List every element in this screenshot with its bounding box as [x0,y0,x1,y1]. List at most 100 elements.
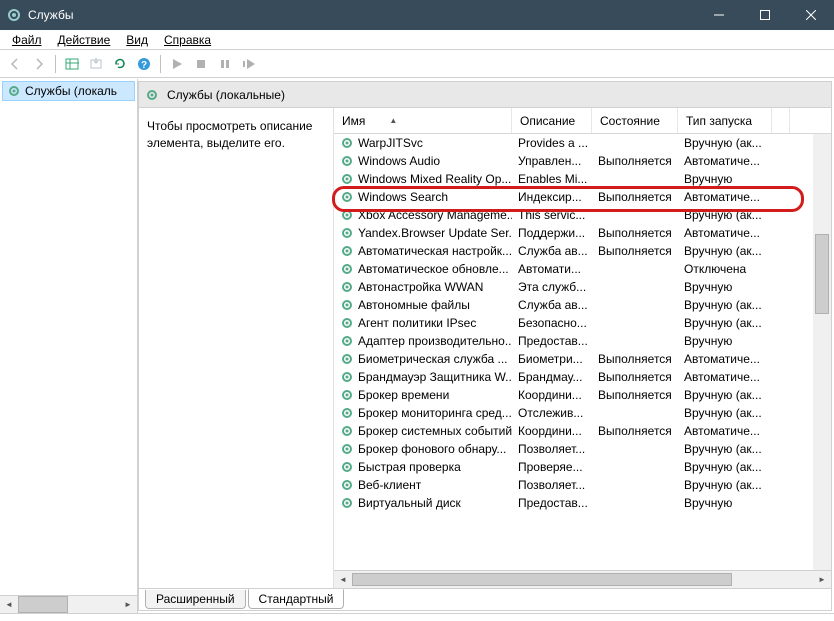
service-desc: Биометри... [512,352,592,366]
service-row[interactable]: Windows AudioУправлен...ВыполняетсяАвтом… [334,152,831,170]
service-desc: Предостав... [512,334,592,348]
service-start: Автоматиче... [678,226,772,240]
service-row[interactable]: Автоматическое обновле...Автомати...Откл… [334,260,831,278]
service-desc: Enables Mi... [512,172,592,186]
service-row[interactable]: Брокер системных событийКоордини...Выпол… [334,422,831,440]
service-row[interactable]: Агент политики IPsecБезопасно...Вручную … [334,314,831,332]
col-description[interactable]: Описание [512,108,592,133]
service-row[interactable]: Автоматическая настройк...Служба ав...Вы… [334,242,831,260]
content-header: Службы (локальные) [139,82,831,108]
gear-icon [340,334,354,348]
export-button[interactable] [85,53,107,75]
forward-button[interactable] [28,53,50,75]
menu-help[interactable]: Справка [156,31,219,49]
service-start: Вручную [678,172,772,186]
service-start: Вручную (ак... [678,442,772,456]
service-row[interactable]: Виртуальный дискПредостав...Вручную [334,494,831,512]
service-name: Веб-клиент [358,478,421,492]
tab-extended[interactable]: Расширенный [145,590,246,609]
service-start: Автоматиче... [678,154,772,168]
service-row[interactable]: Xbox Accessory Manageme...This servic...… [334,206,831,224]
menu-action[interactable]: Действие [50,31,119,49]
services-list: Имя▲ Описание Состояние Тип запуска Warp… [334,108,831,588]
service-row[interactable]: Брокер мониторинга сред...Отслежив...Вру… [334,404,831,422]
service-desc: Индексир... [512,190,592,204]
toolbar: ? [0,50,834,78]
help-button[interactable]: ? [133,53,155,75]
close-button[interactable] [788,0,834,30]
service-row[interactable]: Yandex.Browser Update Ser...Поддержи...В… [334,224,831,242]
service-desc: Поддержи... [512,226,592,240]
list-v-scrollbar[interactable] [813,134,831,570]
tree-h-scrollbar[interactable]: ◄► [0,595,137,613]
col-startup-type[interactable]: Тип запуска [678,108,772,133]
service-row[interactable]: Адаптер производительно...Предостав...Вр… [334,332,831,350]
service-name: Автонастройка WWAN [358,280,483,294]
service-desc: Координи... [512,388,592,402]
minimize-button[interactable] [696,0,742,30]
service-status: Выполняется [592,424,678,438]
service-row[interactable]: Windows Mixed Reality Op...Enables Mi...… [334,170,831,188]
service-desc: Безопасно... [512,316,592,330]
menu-file[interactable]: Файл [4,31,50,49]
menu-view[interactable]: Вид [118,31,156,49]
stop-button[interactable] [190,53,212,75]
service-desc: Координи... [512,424,592,438]
back-button[interactable] [4,53,26,75]
gear-icon [340,154,354,168]
service-row[interactable]: Брокер времениКоордини...ВыполняетсяВруч… [334,386,831,404]
pause-button[interactable] [214,53,236,75]
service-name: Windows Search [358,190,448,204]
gear-icon [145,88,159,102]
service-row[interactable]: Биометрическая служба ...Биометри...Выпо… [334,350,831,368]
restart-button[interactable] [238,53,260,75]
gear-icon [340,136,354,150]
service-name: Yandex.Browser Update Ser... [358,226,512,240]
service-status: Выполняется [592,244,678,258]
col-name[interactable]: Имя▲ [334,108,512,133]
service-start: Отключена [678,262,772,276]
service-row[interactable]: Автонастройка WWANЭта служб...Вручную [334,278,831,296]
service-row[interactable]: Автономные файлыСлужба ав...Вручную (ак.… [334,296,831,314]
service-name: Автоматическая настройк... [358,244,512,258]
window-title: Службы [28,8,696,22]
gear-icon [340,370,354,384]
gear-icon [340,172,354,186]
service-name: Автономные файлы [358,298,470,312]
service-row[interactable]: Быстрая проверкаПроверяе...Вручную (ак..… [334,458,831,476]
start-button[interactable] [166,53,188,75]
service-row[interactable]: Windows SearchИндексир...ВыполняетсяАвто… [334,188,831,206]
service-desc: Позволяет... [512,442,592,456]
service-row[interactable]: WarpJITSvcProvides a ...Вручную (ак... [334,134,831,152]
maximize-button[interactable] [742,0,788,30]
tree-pane: Службы (локаль ◄► [0,79,138,613]
service-name: Брокер времени [358,388,449,402]
content-pane: Службы (локальные) Чтобы просмотреть опи… [138,81,832,611]
service-desc: Предостав... [512,496,592,510]
show-hide-tree-button[interactable] [61,53,83,75]
tree-item-services-local[interactable]: Службы (локаль [2,81,135,101]
service-desc: Отслежив... [512,406,592,420]
service-start: Вручную (ак... [678,406,772,420]
col-status[interactable]: Состояние [592,108,678,133]
tab-standard[interactable]: Стандартный [248,589,345,609]
service-name: Windows Audio [358,154,440,168]
refresh-button[interactable] [109,53,131,75]
service-start: Вручную (ак... [678,244,772,258]
service-desc: Управлен... [512,154,592,168]
service-start: Вручную (ак... [678,460,772,474]
service-name: Xbox Accessory Manageme... [358,208,512,222]
service-desc: Позволяет... [512,478,592,492]
service-name: Брандмауэр Защитника W... [358,370,512,384]
service-start: Вручную (ак... [678,478,772,492]
column-headers: Имя▲ Описание Состояние Тип запуска [334,108,831,134]
detail-pane: Чтобы просмотреть описание элемента, выд… [139,108,334,588]
service-row[interactable]: Брандмауэр Защитника W...Брандмау...Выпо… [334,368,831,386]
gear-icon [340,496,354,510]
service-start: Вручную (ак... [678,298,772,312]
service-row[interactable]: Брокер фонового обнару...Позволяет...Вру… [334,440,831,458]
service-row[interactable]: Веб-клиент Позволяет... Вручную (ак... [334,476,831,494]
gear-icon [340,262,354,276]
list-h-scrollbar[interactable]: ◄► [334,570,831,588]
service-name: Windows Mixed Reality Op... [358,172,511,186]
